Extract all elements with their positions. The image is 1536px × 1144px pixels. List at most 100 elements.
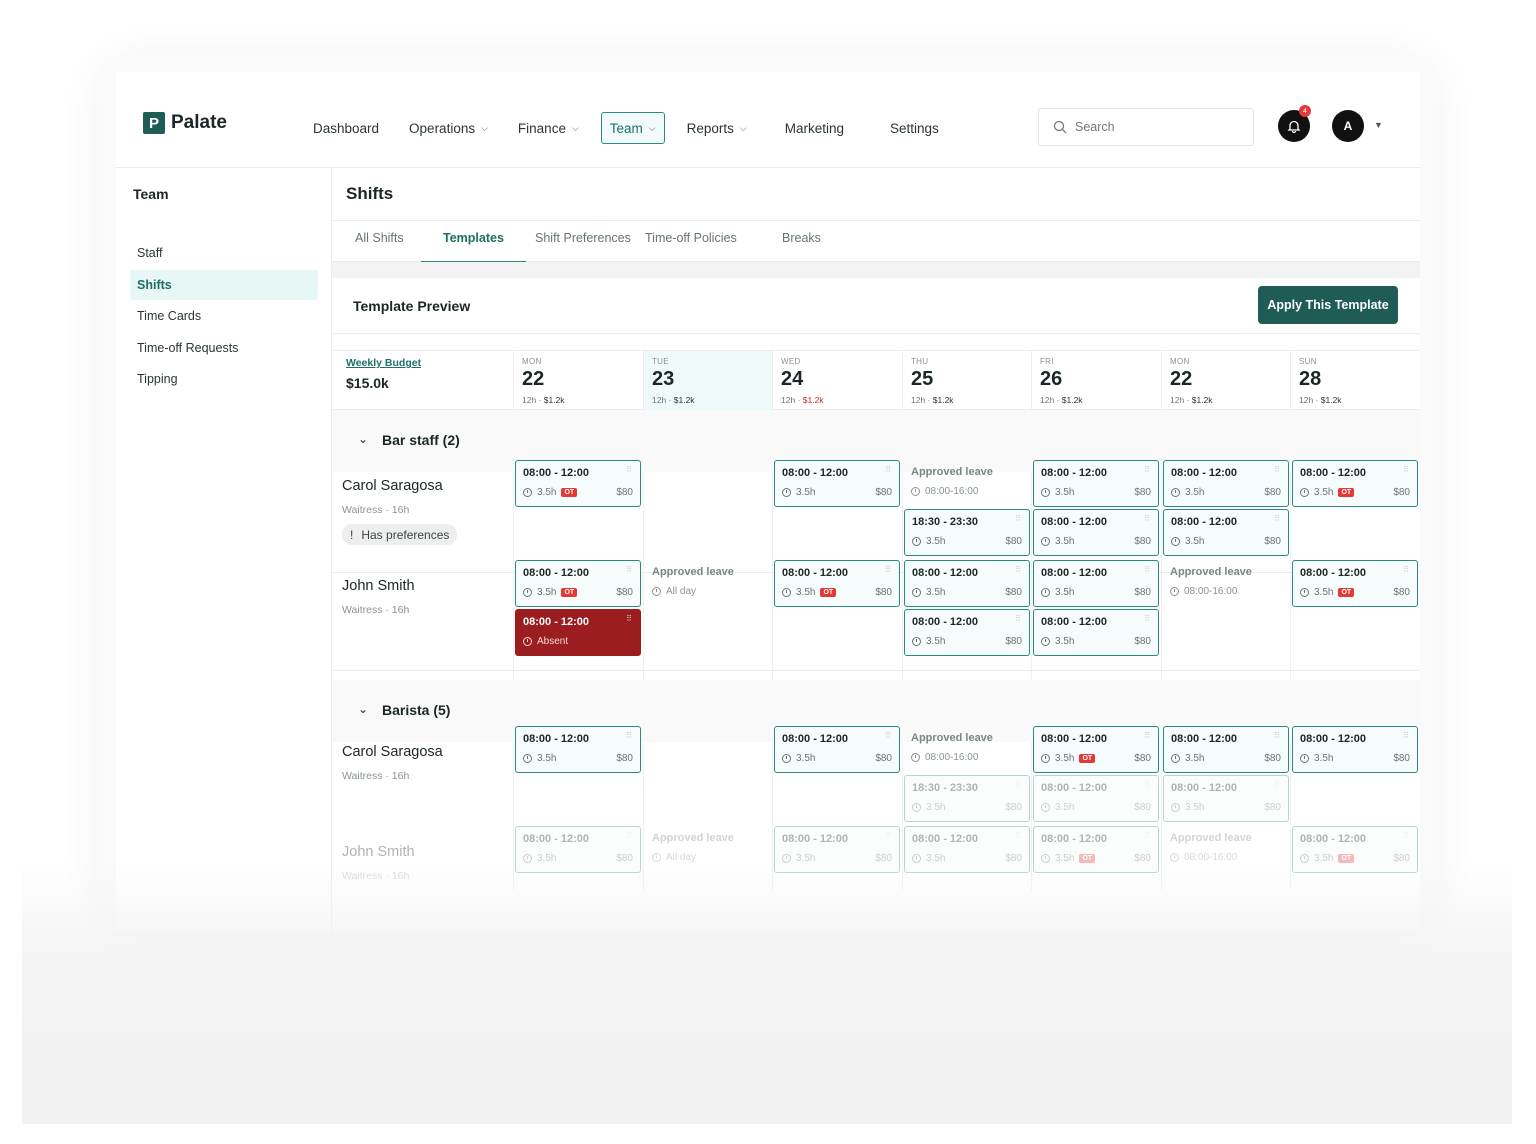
nav-operations[interactable]: Operations ⌵ (401, 112, 496, 144)
sidebar-item-time-off-requests[interactable]: Time-off Requests (130, 333, 318, 363)
shift-card[interactable]: 08:00 - 12:00 ⠿ 3.5h $80 (1163, 460, 1289, 507)
drag-handle-icon[interactable]: ⠿ (1144, 831, 1150, 840)
drag-handle-icon[interactable]: ⠿ (1403, 831, 1409, 840)
day-column-header[interactable]: MON 22 12h · $1.2k (1161, 351, 1291, 411)
nav-finance[interactable]: Finance ⌵ (510, 112, 587, 144)
drag-handle-icon[interactable]: ⠿ (1015, 614, 1021, 623)
shift-card[interactable]: 08:00 - 12:00 ⠿ 3.5h $80 (1163, 726, 1289, 773)
shift-card[interactable]: 08:00 - 12:00 ⠿ 3.5h $80 (774, 460, 900, 507)
drag-handle-icon[interactable]: ⠿ (1274, 731, 1280, 740)
drag-handle-icon[interactable]: ⠿ (1015, 831, 1021, 840)
shift-card[interactable]: 08:00 - 12:00 ⠿ 3.5h $80 (904, 560, 1030, 607)
day-column-header[interactable]: THU 25 12h · $1.2k (902, 351, 1032, 411)
day-column-header[interactable]: TUE 23 12h · $1.2k (643, 351, 773, 411)
approved-leave-cell[interactable]: Approved leave All day (645, 826, 771, 873)
shift-card[interactable]: 08:00 - 12:00 ⠿ 3.5h OT $80 (1033, 726, 1159, 773)
drag-handle-icon[interactable]: ⠿ (1274, 514, 1280, 523)
day-column-header[interactable]: FRI 26 12h · $1.2k (1031, 351, 1161, 411)
shift-card[interactable]: 08:00 - 12:00 ⠿ 3.5h $80 (1033, 775, 1159, 822)
approved-leave-cell[interactable]: Approved leave All day (645, 560, 771, 607)
shift-card[interactable]: 08:00 - 12:00 ⠿ 3.5h OT $80 (515, 560, 641, 607)
shift-card[interactable]: 08:00 - 12:00 ⠿ 3.5h $80 (515, 726, 641, 773)
tab-templates[interactable]: Templates (421, 231, 526, 263)
drag-handle-icon[interactable]: ⠿ (626, 565, 632, 574)
shift-card[interactable]: 08:00 - 12:00 ⠿ 3.5h OT $80 (1292, 460, 1418, 507)
sidebar-item-tipping[interactable]: Tipping (130, 364, 318, 394)
search-input[interactable]: Search (1038, 108, 1254, 146)
drag-handle-icon[interactable]: ⠿ (626, 831, 632, 840)
brand-logo[interactable]: P Palate (143, 112, 227, 134)
nav-reports[interactable]: Reports ⌵ (679, 112, 755, 144)
avatar[interactable]: A (1332, 110, 1364, 142)
shift-card[interactable]: 08:00 - 12:00 ⠿ 3.5h $80 (1033, 460, 1159, 507)
shift-card[interactable]: 08:00 - 12:00 ⠿ 3.5h OT $80 (1292, 826, 1418, 873)
shift-card[interactable]: 08:00 - 12:00 ⠿ 3.5h OT $80 (1292, 560, 1418, 607)
shift-card[interactable]: 08:00 - 12:00 ⠿ 3.5h OT $80 (515, 460, 641, 507)
drag-handle-icon[interactable]: ⠿ (1403, 465, 1409, 474)
drag-handle-icon[interactable]: ⠿ (885, 565, 891, 574)
approved-leave-cell[interactable]: Approved leave 08:00-16:00 (1163, 826, 1289, 873)
drag-handle-icon[interactable]: ⠿ (1144, 565, 1150, 574)
shift-card[interactable]: 08:00 - 12:00 ⠿ 3.5h OT $80 (774, 560, 900, 607)
absent-shift-card[interactable]: 08:00 - 12:00 ⠿ Absent (515, 609, 641, 656)
drag-handle-icon[interactable]: ⠿ (1144, 614, 1150, 623)
tab-shift-preferences[interactable]: Shift Preferences (535, 231, 631, 263)
drag-handle-icon[interactable]: ⠿ (1274, 465, 1280, 474)
caret-down-icon[interactable]: ▼ (1374, 120, 1383, 130)
sidebar-item-staff[interactable]: Staff (130, 238, 318, 268)
staff-name[interactable]: John Smith (342, 844, 506, 860)
drag-handle-icon[interactable]: ⠿ (626, 614, 632, 623)
drag-handle-icon[interactable]: ⠿ (1015, 565, 1021, 574)
nav-settings[interactable]: Settings (882, 112, 947, 144)
drag-handle-icon[interactable]: ⠿ (885, 731, 891, 740)
drag-handle-icon[interactable]: ⠿ (626, 731, 632, 740)
shift-card[interactable]: 08:00 - 12:00 ⠿ 3.5h $80 (774, 826, 900, 873)
shift-card[interactable]: 08:00 - 12:00 ⠿ 3.5h $80 (1163, 509, 1289, 556)
day-column-header[interactable]: WED 24 12h · $1.2k (772, 351, 902, 411)
preferences-badge[interactable]: ! Has preferences (342, 524, 458, 545)
shift-card[interactable]: 18:30 - 23:30 ⠿ 3.5h $80 (904, 509, 1030, 556)
drag-handle-icon[interactable]: ⠿ (1403, 731, 1409, 740)
notifications-button[interactable]: 4 (1278, 105, 1311, 142)
tab-time-off-policies[interactable]: Time-off Policies (645, 231, 737, 263)
staff-name[interactable]: Carol Saragosa (342, 744, 506, 760)
shift-card[interactable]: 08:00 - 12:00 ⠿ 3.5h $80 (1033, 509, 1159, 556)
approved-leave-cell[interactable]: Approved leave 08:00-16:00 (904, 726, 1030, 773)
drag-handle-icon[interactable]: ⠿ (1403, 565, 1409, 574)
shift-card[interactable]: 08:00 - 12:00 ⠿ 3.5h $80 (774, 726, 900, 773)
nav-marketing[interactable]: Marketing (777, 112, 852, 144)
apply-template-button[interactable]: Apply This Template (1258, 286, 1398, 324)
drag-handle-icon[interactable]: ⠿ (885, 465, 891, 474)
chevron-down-icon[interactable]: ⌄ (358, 432, 368, 446)
shift-card[interactable]: 08:00 - 12:00 ⠿ 3.5h $80 (1292, 726, 1418, 773)
nav-team[interactable]: Team ⌵ (600, 112, 665, 144)
day-column-header[interactable]: MON 22 12h · $1.2k (513, 351, 643, 411)
shift-card[interactable]: 18:30 - 23:30 ⠿ 3.5h $80 (904, 775, 1030, 822)
day-column-header[interactable]: SUN 28 12h · $1.2k (1290, 351, 1420, 411)
sidebar-item-time-cards[interactable]: Time Cards (130, 301, 318, 331)
drag-handle-icon[interactable]: ⠿ (1015, 780, 1021, 789)
shift-card[interactable]: 08:00 - 12:00 ⠿ 3.5h $80 (904, 609, 1030, 656)
shift-card[interactable]: 08:00 - 12:00 ⠿ 3.5h $80 (904, 826, 1030, 873)
sidebar-item-shifts[interactable]: Shifts (130, 269, 318, 300)
drag-handle-icon[interactable]: ⠿ (885, 831, 891, 840)
shift-card[interactable]: 08:00 - 12:00 ⠿ 3.5h $80 (1033, 560, 1159, 607)
staff-name[interactable]: Carol Saragosa (342, 478, 506, 494)
chevron-down-icon[interactable]: ⌄ (358, 702, 368, 716)
drag-handle-icon[interactable]: ⠿ (1144, 514, 1150, 523)
shift-card[interactable]: 08:00 - 12:00 ⠿ 3.5h $80 (515, 826, 641, 873)
drag-handle-icon[interactable]: ⠿ (1144, 731, 1150, 740)
nav-dashboard[interactable]: Dashboard (305, 112, 387, 144)
shift-card[interactable]: 08:00 - 12:00 ⠿ 3.5h $80 (1033, 609, 1159, 656)
approved-leave-cell[interactable]: Approved leave 08:00-16:00 (904, 460, 1030, 507)
tab-breaks[interactable]: Breaks (782, 231, 821, 263)
drag-handle-icon[interactable]: ⠿ (626, 465, 632, 474)
weekly-budget-link[interactable]: Weekly Budget (346, 357, 421, 369)
drag-handle-icon[interactable]: ⠿ (1274, 780, 1280, 789)
tab-all-shifts[interactable]: All Shifts (355, 231, 404, 263)
shift-card[interactable]: 08:00 - 12:00 ⠿ 3.5h $80 (1163, 775, 1289, 822)
drag-handle-icon[interactable]: ⠿ (1144, 780, 1150, 789)
drag-handle-icon[interactable]: ⠿ (1144, 465, 1150, 474)
approved-leave-cell[interactable]: Approved leave 08:00-16:00 (1163, 560, 1289, 607)
shift-card[interactable]: 08:00 - 12:00 ⠿ 3.5h OT $80 (1033, 826, 1159, 873)
